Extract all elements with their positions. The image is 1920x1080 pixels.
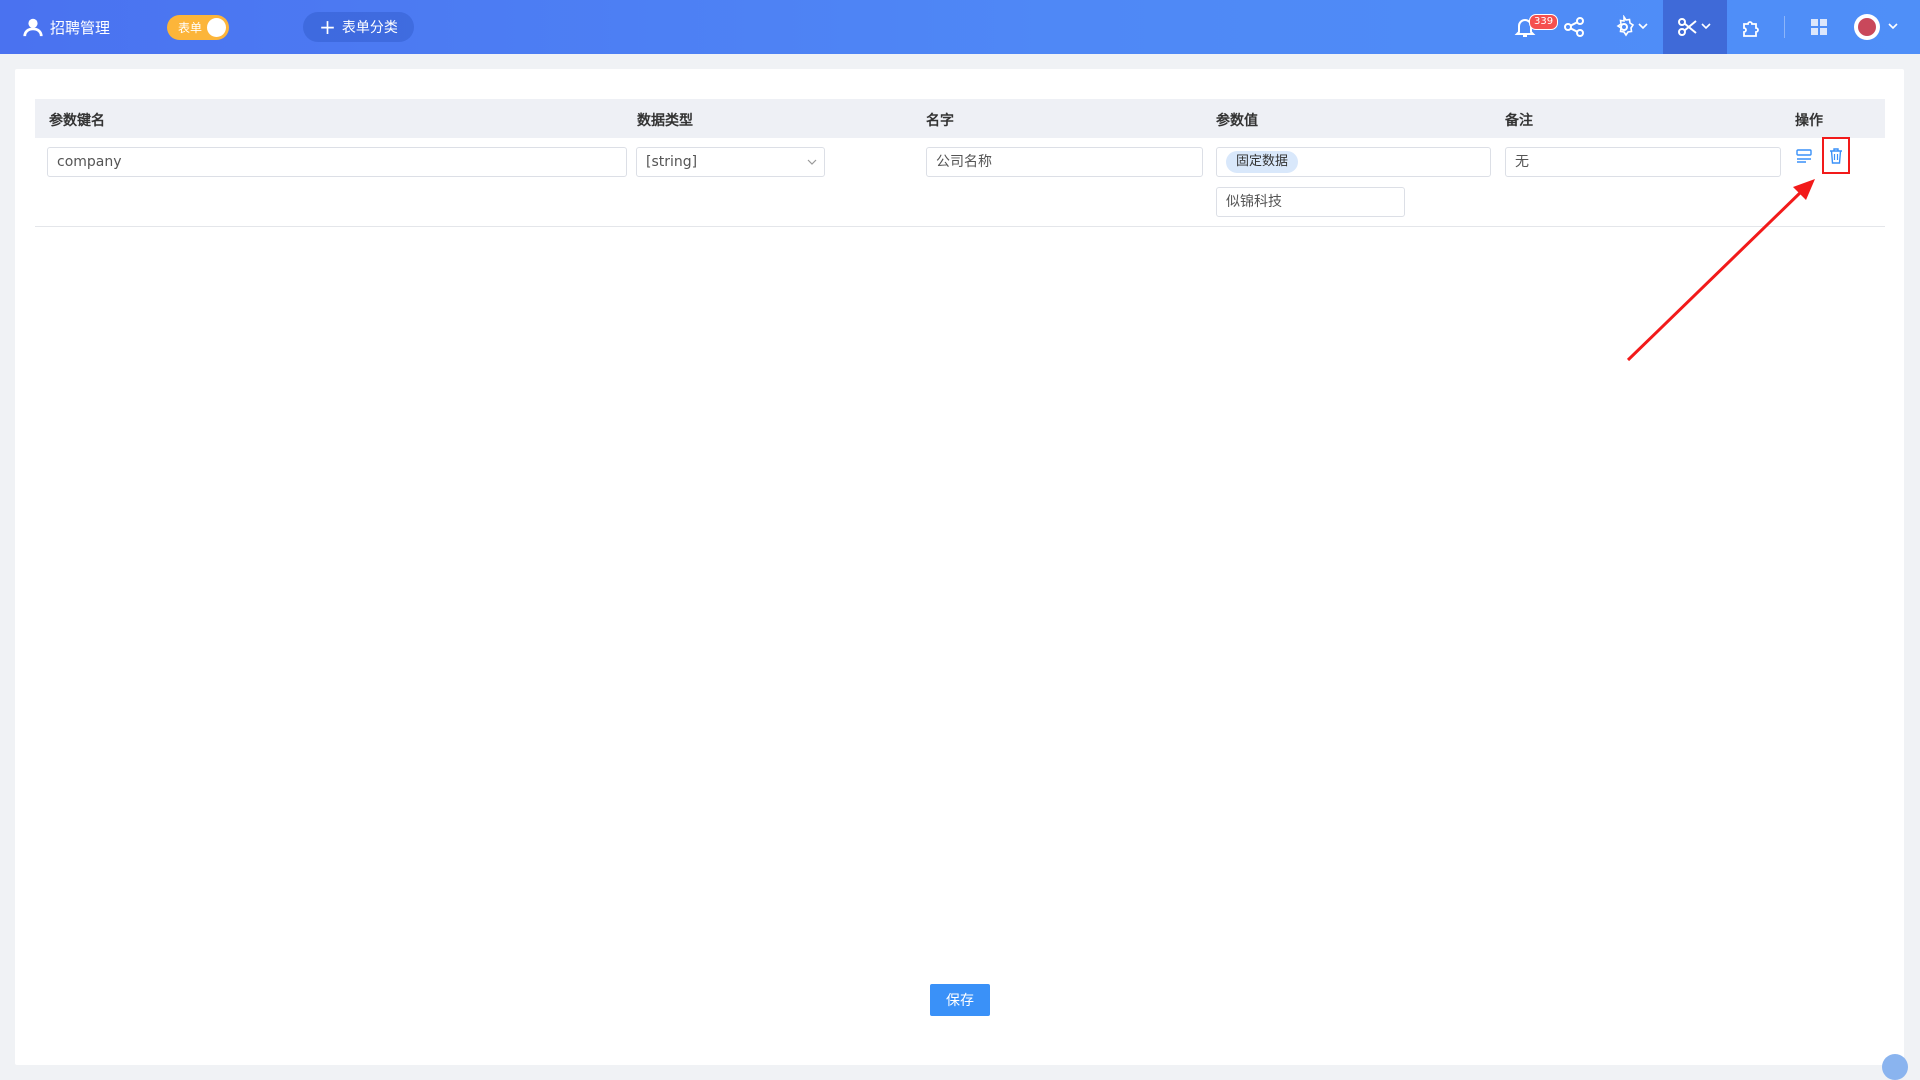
add-form-category-button[interactable]: + 表单分类 [303,12,414,42]
module-brand[interactable]: 招聘管理 [22,15,110,39]
column-header-remark: 备注 [1505,113,1533,129]
toggle-knob [207,18,226,37]
plugin-puzzle-icon[interactable] [1740,15,1764,39]
column-header-data-type: 数据类型 [637,113,693,129]
column-header-actions: 操作 [1795,113,1823,129]
floating-help-button[interactable] [1882,1054,1908,1080]
add-form-category-label: 表单分类 [341,20,398,36]
column-header-name: 名字 [926,113,954,129]
delete-highlight-box [1822,137,1850,174]
avatar-image [1858,18,1876,36]
form-mode-toggle[interactable]: 表单 [167,15,229,40]
top-navigation-bar: 招聘管理 表单 + 表单分类 339 [0,0,1920,54]
chevron-down-icon [807,159,817,165]
user-menu-chevron-down-icon[interactable] [1887,20,1899,32]
save-button[interactable]: 保存 [930,984,990,1016]
apps-grid-icon[interactable] [1807,15,1831,39]
table-row-divider [35,226,1885,227]
share-icon[interactable] [1562,15,1586,39]
user-icon [23,18,43,37]
form-mode-toggle-label: 表单 [178,21,203,35]
notification-count-badge: 339 [1529,14,1559,30]
param-value-type-select[interactable]: 固定数据 [1216,147,1491,177]
module-title: 招聘管理 [50,18,111,37]
column-header-param-value: 参数值 [1216,113,1258,129]
toolbar-divider [1784,16,1785,38]
settings-chevron-down-icon[interactable] [1637,20,1649,32]
column-header-param-key: 参数键名 [49,113,105,129]
table-header: 参数键名 数据类型 名字 参数值 备注 操作 [35,99,1885,138]
remark-input[interactable]: 无 [1505,147,1781,177]
data-type-selected-value: [string] [646,154,698,170]
tools-chevron-down-icon[interactable] [1700,20,1712,32]
plus-icon: + [319,15,336,39]
param-key-input[interactable]: company [47,147,627,177]
name-input[interactable]: 公司名称 [926,147,1203,177]
settings-gear-icon[interactable] [1612,14,1636,39]
value-type-tag: 固定数据 [1226,151,1299,173]
scissors-tools-icon[interactable] [1676,15,1700,39]
data-type-select[interactable]: [string] [636,147,825,177]
main-content-panel: 参数键名 数据类型 名字 参数值 备注 操作 company [string] … [15,69,1904,1065]
param-value-input[interactable]: 似锦科技 [1216,187,1405,217]
user-avatar[interactable] [1854,14,1880,40]
edit-settings-icon[interactable] [1795,147,1813,165]
